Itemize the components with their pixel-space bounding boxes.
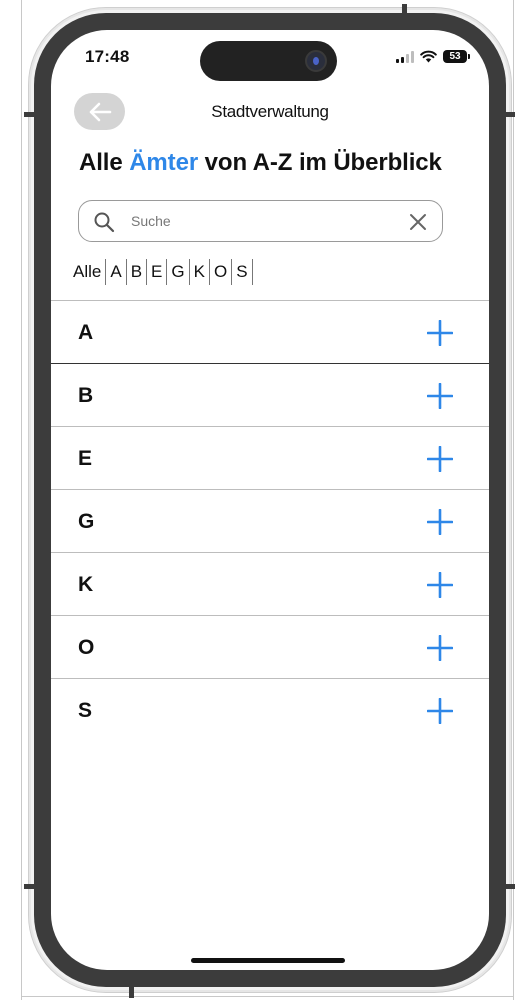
section-row-o[interactable]: O xyxy=(51,615,489,678)
section-row-s[interactable]: S xyxy=(51,678,489,741)
phone-bottom-mark xyxy=(129,986,134,998)
letter-filter-item[interactable]: B xyxy=(127,259,146,285)
page-title: Alle Ämter von A-Z im Überblick xyxy=(79,149,442,177)
plus-icon[interactable] xyxy=(427,509,453,535)
section-row-a[interactable]: A xyxy=(51,300,489,363)
search-input[interactable] xyxy=(131,207,391,235)
frame-border-bottom xyxy=(21,996,514,997)
section-list: A B E G K O S xyxy=(51,300,489,741)
phone-right-mark-bottom xyxy=(505,884,515,889)
plus-icon[interactable] xyxy=(427,446,453,472)
dynamic-island xyxy=(200,41,337,81)
page-title-start: Alle xyxy=(79,149,123,176)
letter-filter-item[interactable]: G xyxy=(167,259,188,285)
section-letter: G xyxy=(78,510,95,533)
battery-icon: 53 xyxy=(443,50,470,63)
section-letter: E xyxy=(78,447,93,470)
close-icon[interactable] xyxy=(408,212,428,232)
page-title-end: von A-Z im Überblick xyxy=(204,149,442,176)
phone-right-mark-top xyxy=(505,112,515,117)
screenshot-canvas: 17:48 53 Stadtverwaltung Alle Ämter von … xyxy=(0,0,520,1000)
frame-border-left xyxy=(21,0,22,1000)
plus-icon[interactable] xyxy=(427,320,453,346)
plus-icon[interactable] xyxy=(427,383,453,409)
section-letter: K xyxy=(78,573,94,596)
phone-screen: 17:48 53 Stadtverwaltung Alle Ämter von … xyxy=(51,30,489,970)
section-row-b[interactable]: B xyxy=(51,363,489,426)
section-letter: O xyxy=(78,636,95,659)
plus-icon[interactable] xyxy=(427,635,453,661)
letter-filter-item[interactable]: S xyxy=(232,259,251,285)
letter-filter-item[interactable]: E xyxy=(147,259,166,285)
phone-left-mark-bottom xyxy=(24,884,36,889)
section-letter: B xyxy=(78,384,94,407)
wifi-icon xyxy=(420,50,437,63)
status-time: 17:48 xyxy=(85,47,130,66)
letter-filter-item[interactable]: K xyxy=(190,259,209,285)
status-icons: 53 xyxy=(396,50,470,63)
search-icon xyxy=(94,212,115,233)
section-row-g[interactable]: G xyxy=(51,489,489,552)
section-row-k[interactable]: K xyxy=(51,552,489,615)
page-title-accent: Ämter xyxy=(129,149,199,176)
cellular-signal-icon xyxy=(396,50,414,63)
section-row-e[interactable]: E xyxy=(51,426,489,489)
search-field[interactable] xyxy=(78,200,443,242)
letter-filter: Alle A B E G K O S xyxy=(73,259,253,285)
camera-icon xyxy=(305,50,327,72)
letter-filter-item[interactable]: Alle xyxy=(73,259,105,285)
status-bar: 17:48 53 xyxy=(51,30,489,86)
phone-left-mark-top xyxy=(24,112,36,117)
letter-filter-item[interactable]: A xyxy=(106,259,125,285)
nav-title: Stadtverwaltung xyxy=(211,102,329,121)
plus-icon[interactable] xyxy=(427,698,453,724)
section-letter: A xyxy=(78,321,94,344)
letter-filter-item[interactable]: O xyxy=(210,259,231,285)
frame-border-right xyxy=(513,0,514,1000)
home-indicator[interactable] xyxy=(191,958,345,963)
plus-icon[interactable] xyxy=(427,572,453,598)
section-letter: S xyxy=(78,699,93,722)
letter-filter-divider xyxy=(251,259,253,285)
phone-top-mark xyxy=(402,4,407,16)
